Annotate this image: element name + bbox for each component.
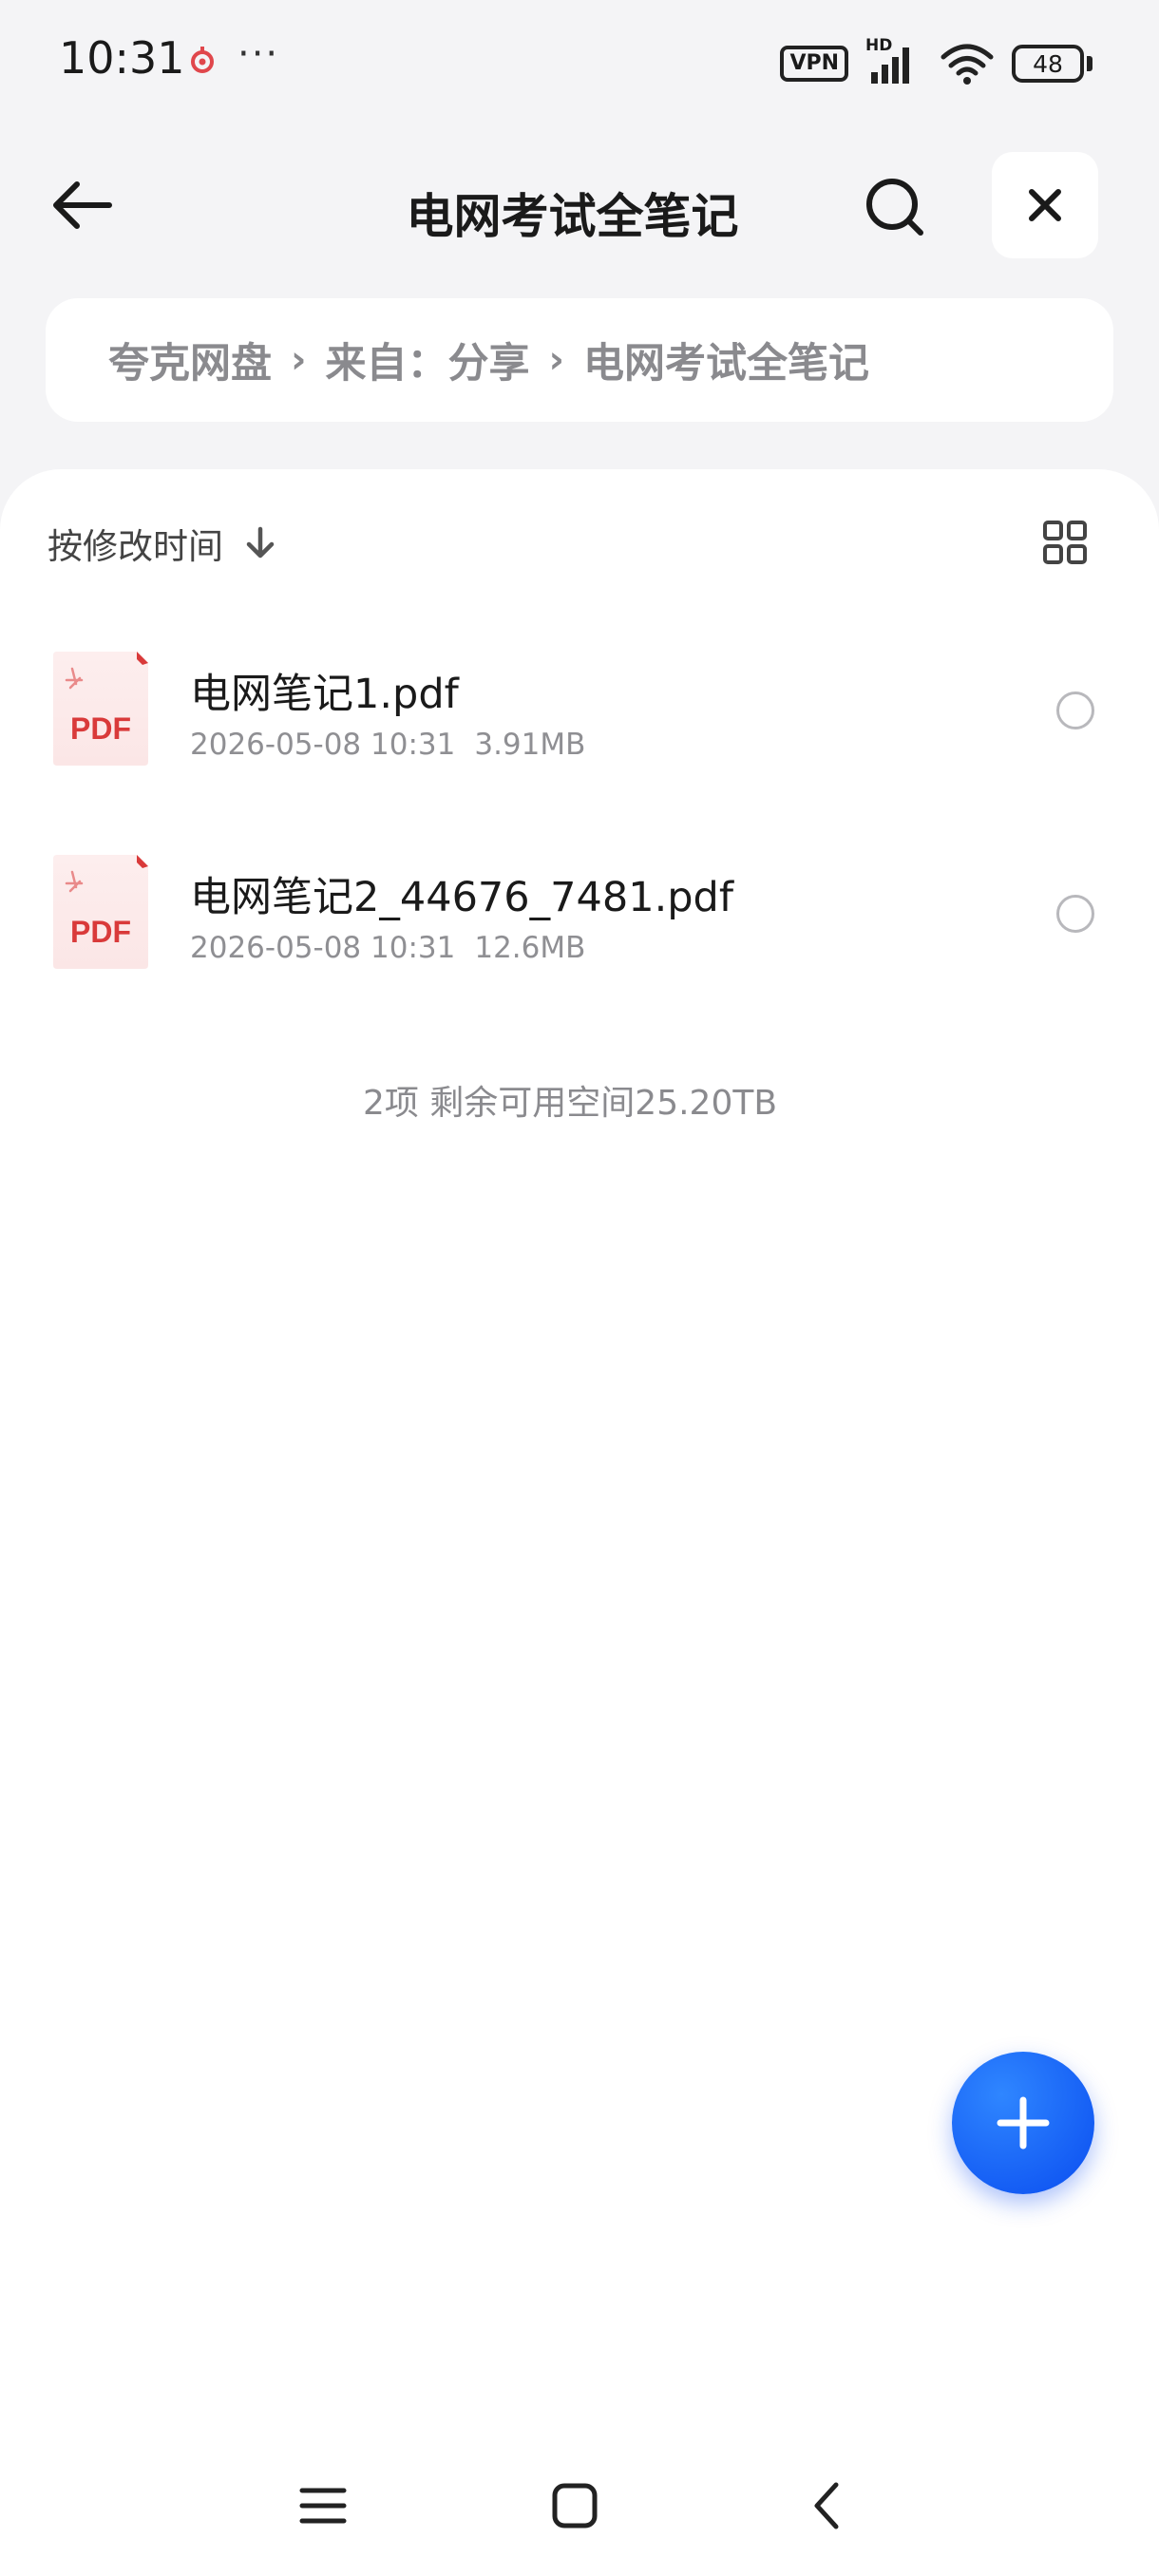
signal-bars-icon: [871, 47, 909, 84]
plus-icon: [997, 2096, 1050, 2150]
status-more-indicator: ···: [238, 32, 280, 76]
file-list-card: 按修改时间 PDF 电网笔记1.pdf 2026-05-08 10:31 3.9…: [0, 469, 1159, 2576]
file-size: 12.6MB: [474, 931, 586, 965]
pdf-file-icon: PDF: [53, 855, 148, 969]
pdf-icon-label: PDF: [70, 711, 131, 746]
wifi-icon: [940, 44, 994, 85]
file-list: PDF 电网笔记1.pdf 2026-05-08 10:31 3.91MB PD…: [0, 625, 1159, 1032]
status-right-group: VPN HD 48: [780, 36, 1092, 87]
select-radio[interactable]: [1056, 895, 1094, 933]
file-date: 2026-05-08 10:31: [190, 931, 456, 965]
grid-view-icon[interactable]: [1041, 519, 1089, 566]
file-meta: 2026-05-08 10:31 3.91MB: [190, 728, 585, 762]
file-row[interactable]: PDF 电网笔记1.pdf 2026-05-08 10:31 3.91MB: [0, 625, 1159, 828]
close-button[interactable]: [992, 152, 1098, 258]
top-app-bar: 电网考试全笔记: [0, 142, 1159, 266]
status-time: 10:31: [59, 32, 185, 84]
select-radio[interactable]: [1056, 691, 1094, 729]
battery-level: 48: [1012, 45, 1084, 83]
screen: 10:31 ··· VPN HD 48 电网考试全笔记 夸克网盘 › 来自：分享…: [0, 0, 1159, 2576]
file-size: 3.91MB: [474, 728, 586, 762]
pdf-icon-label: PDF: [70, 915, 131, 949]
chevron-right-icon: ›: [548, 338, 564, 382]
signal-icon: HD: [865, 36, 922, 87]
file-name: 电网笔记1.pdf: [190, 671, 459, 718]
system-back-button[interactable]: [788, 2468, 864, 2544]
back-chevron-icon: [814, 2482, 839, 2529]
add-button[interactable]: [952, 2052, 1094, 2194]
battery-icon: 48: [1012, 45, 1092, 83]
battery-tip: [1087, 56, 1092, 71]
search-button[interactable]: [855, 169, 935, 245]
page-title: 电网考试全笔记: [406, 189, 739, 244]
home-icon: [552, 2483, 598, 2529]
arrow-down-icon: [244, 525, 276, 561]
file-row[interactable]: PDF 电网笔记2_44676_7481.pdf 2026-05-08 10:3…: [0, 828, 1159, 1032]
storage-summary: 2项 剩余可用空间25.20TB: [362, 1084, 778, 1123]
breadcrumb-item-share[interactable]: 来自：分享: [325, 331, 529, 389]
close-icon: [1029, 189, 1061, 221]
file-name: 电网笔记2_44676_7481.pdf: [190, 874, 733, 921]
menu-button[interactable]: [285, 2468, 361, 2544]
home-button[interactable]: [537, 2468, 613, 2544]
sort-button[interactable]: 按修改时间: [48, 515, 276, 572]
chevron-right-icon: ›: [291, 338, 307, 382]
breadcrumb-item-root[interactable]: 夸克网盘: [108, 331, 272, 389]
breadcrumb-item-current[interactable]: 电网考试全笔记: [583, 331, 869, 389]
system-nav-bar: [0, 2441, 1159, 2565]
notification-icon: [191, 47, 214, 73]
sort-label: 按修改时间: [48, 526, 223, 567]
menu-icon: [299, 2488, 347, 2524]
status-bar: 10:31 ··· VPN HD 48: [0, 0, 1159, 133]
file-date: 2026-05-08 10:31: [190, 728, 456, 762]
file-meta: 2026-05-08 10:31 12.6MB: [190, 931, 585, 965]
pdf-file-icon: PDF: [53, 652, 148, 766]
vpn-badge: VPN: [780, 46, 848, 82]
search-icon: [866, 179, 923, 236]
breadcrumb: 夸克网盘 › 来自：分享 › 电网考试全笔记: [46, 298, 1113, 422]
